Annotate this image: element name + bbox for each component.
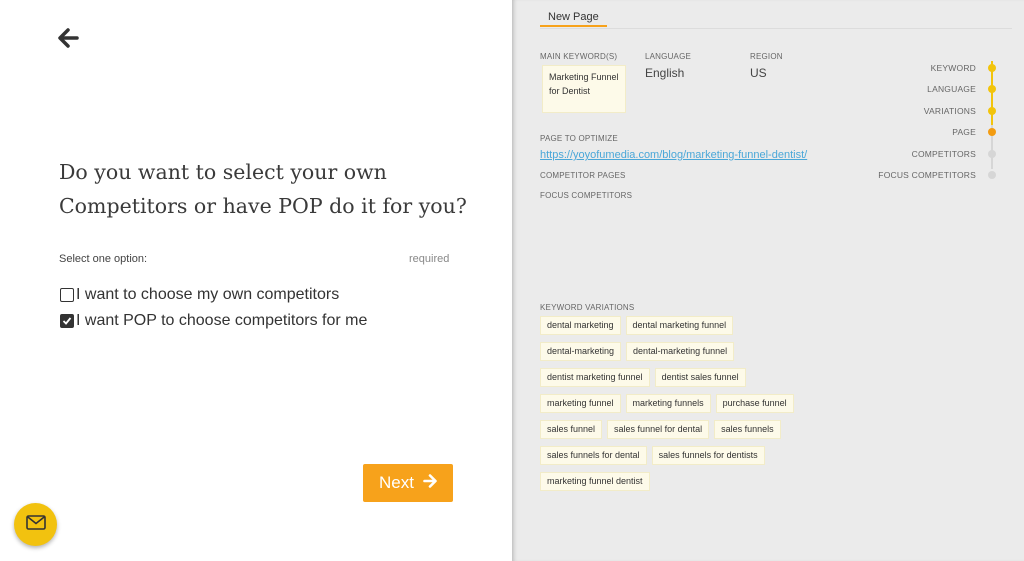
main-keyword-chip: Marketing Funnel for Dentist — [542, 65, 626, 113]
checkbox-checked-icon[interactable] — [60, 314, 74, 328]
step-dot-pending — [988, 171, 996, 180]
step-dot-done — [988, 63, 996, 72]
step-language: LANGUAGE — [878, 79, 996, 101]
language-label: LANGUAGE — [645, 52, 692, 61]
option-pop-choose-competitors[interactable]: I want POP to choose competitors for me — [60, 312, 367, 330]
step-page: PAGE — [878, 122, 996, 144]
progress-steps: KEYWORD LANGUAGE VARIATIONS PAGE COMPETI… — [878, 57, 996, 186]
competitor-pages-label: COMPETITOR PAGES — [540, 171, 626, 180]
select-option-label: Select one option: — [59, 253, 148, 265]
region-value: US — [750, 66, 767, 80]
back-arrow-icon[interactable] — [58, 28, 80, 48]
option-label: I want to choose my own competitors — [76, 286, 340, 303]
next-button[interactable]: Next — [363, 464, 453, 502]
tab-new-page[interactable]: New Page — [540, 11, 607, 27]
keyword-chip: sales funnels — [714, 420, 781, 439]
required-label: required — [409, 253, 450, 265]
keyword-chip: sales funnels for dental — [540, 446, 647, 465]
keyword-chip: dental-marketing funnel — [626, 342, 735, 361]
arrow-right-icon — [423, 473, 437, 493]
step-variations: VARIATIONS — [878, 100, 996, 122]
summary-panel: New Page MAIN KEYWORD(S) Marketing Funne… — [512, 0, 1024, 561]
keyword-variations-label: KEYWORD VARIATIONS — [540, 303, 635, 312]
step-dot-current — [988, 128, 996, 137]
keyword-variations-list: dental marketing dental marketing funnel… — [540, 316, 800, 491]
main-keyword-label: MAIN KEYWORD(S) — [540, 52, 618, 61]
keyword-chip: dental marketing funnel — [625, 316, 734, 335]
next-button-label: Next — [379, 473, 414, 492]
step-dot-done — [988, 106, 996, 115]
keyword-chip: dental marketing — [540, 316, 621, 335]
keyword-chip: marketing funnel dentist — [540, 472, 650, 491]
wizard-panel: Do you want to select your own Competito… — [0, 0, 512, 561]
tab-bar: New Page — [540, 0, 1012, 29]
step-dot-done — [988, 85, 996, 94]
question-heading: Do you want to select your own Competito… — [59, 160, 467, 218]
keyword-chip: dentist marketing funnel — [540, 368, 650, 387]
checkbox-unchecked-icon[interactable] — [60, 288, 74, 302]
option-label: I want POP to choose competitors for me — [76, 312, 368, 329]
keyword-chip: sales funnel — [540, 420, 603, 439]
page-url-link[interactable]: https://yoyofumedia.com/blog/marketing-f… — [540, 149, 807, 161]
keyword-chip: sales funnels for dentists — [651, 446, 765, 465]
region-label: REGION — [750, 52, 783, 61]
keyword-chip: dental-marketing — [540, 342, 622, 361]
page-to-optimize-label: PAGE TO OPTIMIZE — [540, 134, 618, 143]
keyword-chip: purchase funnel — [715, 394, 794, 413]
step-competitors: COMPETITORS — [878, 143, 996, 165]
keyword-chip: marketing funnel — [540, 394, 621, 413]
focus-competitors-label: FOCUS COMPETITORS — [540, 191, 633, 200]
keyword-chip: marketing funnels — [625, 394, 711, 413]
mail-button[interactable] — [14, 503, 57, 546]
keyword-chip: dentist sales funnel — [654, 368, 746, 387]
keyword-chip: sales funnel for dental — [607, 420, 710, 439]
option-choose-own-competitors[interactable]: I want to choose my own competitors — [60, 286, 339, 304]
mail-icon — [25, 514, 46, 535]
step-keyword: KEYWORD — [878, 57, 996, 79]
step-focus-competitors: FOCUS COMPETITORS — [878, 165, 996, 187]
step-dot-pending — [988, 149, 996, 158]
language-value: English — [645, 66, 685, 80]
